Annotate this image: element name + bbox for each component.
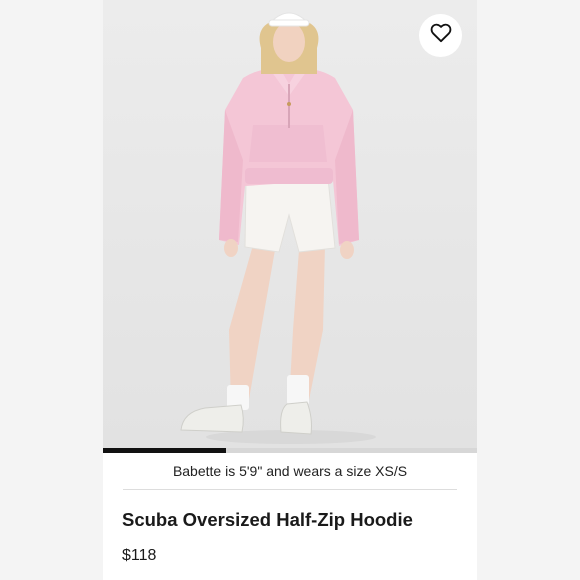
product-card: Babette is 5'9" and wears a size XS/S Sc… (0, 0, 580, 580)
favorite-button[interactable] (419, 14, 462, 57)
right-margin (477, 0, 580, 580)
model-fit-note: Babette is 5'9" and wears a size XS/S (172, 463, 408, 479)
divider (123, 489, 457, 490)
left-margin (0, 0, 103, 580)
product-title[interactable]: Scuba Oversized Half-Zip Hoodie (122, 509, 413, 531)
product-image[interactable] (103, 0, 477, 452)
product-info: Babette is 5'9" and wears a size XS/S Sc… (103, 453, 477, 580)
product-price: $118 (122, 547, 157, 564)
model-photo (180, 12, 376, 444)
heart-outline-icon (430, 23, 452, 48)
